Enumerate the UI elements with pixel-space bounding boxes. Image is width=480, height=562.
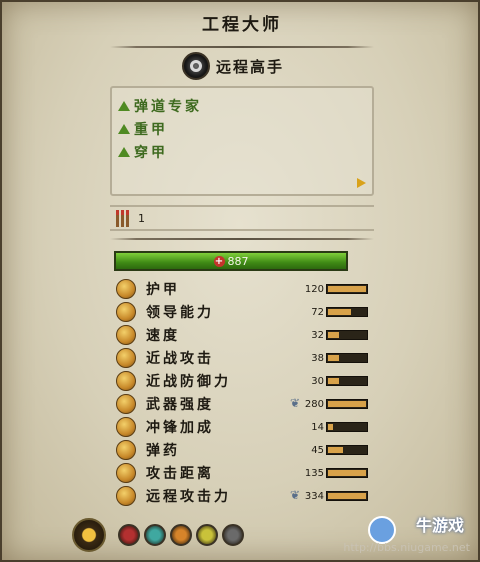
stat-label: 领导能力	[146, 305, 214, 321]
range-icon	[116, 463, 136, 483]
cluster-icon[interactable]	[222, 524, 244, 546]
stat-value: 135	[304, 467, 324, 479]
weapon-strength-icon	[116, 394, 136, 414]
watermark-url: http://bbs.niugame.net	[343, 541, 470, 554]
stat-bar	[326, 399, 368, 409]
stat-label: 武器强度	[146, 397, 214, 413]
stat-bar	[326, 330, 368, 340]
main-ability-icon[interactable]	[72, 518, 106, 552]
speed-icon	[116, 325, 136, 345]
health-value: 887	[227, 254, 249, 268]
stat-row[interactable]: 近战防御力 30	[110, 370, 374, 392]
watermark-logo: 牛游戏	[415, 516, 464, 535]
green-triangle-icon	[118, 101, 130, 111]
unit-type: 远程高手	[182, 52, 284, 80]
attribute-label: 穿甲	[134, 145, 168, 161]
stat-value: 334	[304, 490, 324, 502]
arrow-bundle-icon	[116, 209, 134, 227]
stat-row[interactable]: 护甲 120	[110, 278, 374, 300]
attribute-item[interactable]: 弹道专家	[118, 96, 202, 116]
stat-row[interactable]: 近战攻击 38	[110, 347, 374, 369]
stat-value: 14	[311, 421, 324, 433]
attribute-label: 重甲	[134, 122, 168, 138]
stat-row[interactable]: 攻击距离 135	[110, 462, 374, 484]
melee-defense-icon	[116, 371, 136, 391]
stat-row[interactable]: 领导能力 72	[110, 301, 374, 323]
attribute-item[interactable]: 重甲	[118, 119, 168, 139]
demon-face-icon[interactable]	[118, 524, 140, 546]
stat-value: 45	[311, 444, 324, 456]
stat-bar-fill	[328, 286, 366, 292]
stat-bar-fill	[328, 309, 351, 315]
eye-icon[interactable]	[196, 524, 218, 546]
stat-bar	[326, 422, 368, 432]
stat-row[interactable]: 弹药 45	[110, 439, 374, 461]
stat-label: 冲锋加成	[146, 420, 214, 436]
stat-bar	[326, 445, 368, 455]
stat-label: 速度	[146, 328, 180, 344]
stat-bar-fill	[328, 493, 366, 499]
green-triangle-icon	[118, 147, 130, 157]
stat-row[interactable]: 速度 32	[110, 324, 374, 346]
armor-icon	[116, 279, 136, 299]
stat-bar	[326, 353, 368, 363]
ammo-count: 1	[138, 211, 145, 225]
stat-label: 近战攻击	[146, 351, 214, 367]
unit-name: 工程大师	[202, 15, 282, 35]
more-arrow-icon[interactable]	[357, 178, 366, 188]
cyan-skull-icon[interactable]	[144, 524, 166, 546]
ammo-icon	[116, 440, 136, 460]
stat-row[interactable]: 远程攻击力 ❦ 334	[110, 485, 374, 507]
stat-value: 32	[311, 329, 324, 341]
stat-label: 弹药	[146, 443, 180, 459]
stat-row[interactable]: 武器强度 ❦ 280	[110, 393, 374, 415]
top-divider	[110, 46, 374, 48]
unit-info-panel: 工程大师 远程高手 弹道专家 重甲 穿甲 1 + 887 护甲 120 领导能力 72…	[0, 0, 480, 562]
stat-bar	[326, 491, 368, 501]
stat-bar-fill	[328, 355, 339, 361]
attributes-box: 弹道专家 重甲 穿甲	[110, 86, 374, 196]
ammo-row: 1	[110, 205, 374, 231]
stat-row[interactable]: 冲锋加成 14	[110, 416, 374, 438]
leadership-icon	[116, 302, 136, 322]
stat-bar-fill	[328, 470, 366, 476]
unit-type-label: 远程高手	[216, 57, 285, 76]
stat-label: 近战防御力	[146, 374, 231, 390]
melee-attack-icon	[116, 348, 136, 368]
hand-icon[interactable]	[170, 524, 192, 546]
ability-bar	[72, 518, 244, 552]
stat-bar	[326, 376, 368, 386]
stat-value: 38	[311, 352, 324, 364]
stat-value: 72	[311, 306, 324, 318]
stat-bar	[326, 307, 368, 317]
stat-value: 280	[304, 398, 324, 410]
attribute-item[interactable]: 穿甲	[118, 142, 168, 162]
stat-value: 30	[311, 375, 324, 387]
stat-label: 攻击距离	[146, 466, 214, 482]
ranged-attack-icon	[116, 486, 136, 506]
stat-value: 120	[304, 283, 324, 295]
stat-bar-fill	[328, 332, 339, 338]
stat-bar	[326, 284, 368, 294]
stat-bar-fill	[328, 447, 343, 453]
stat-bar-fill	[328, 378, 339, 384]
green-triangle-icon	[118, 124, 130, 134]
health-cross-icon: +	[213, 255, 225, 267]
stat-bar-fill	[328, 424, 333, 430]
stat-bar	[326, 468, 368, 478]
watermark-mascot-icon	[368, 516, 396, 544]
stat-label: 护甲	[146, 282, 180, 298]
middle-divider	[110, 238, 374, 240]
attribute-label: 弹道专家	[134, 99, 202, 115]
health-bar: + 887	[114, 251, 348, 271]
charge-bonus-icon	[116, 417, 136, 437]
ranged-ring-icon	[182, 52, 210, 80]
stat-label: 远程攻击力	[146, 489, 231, 505]
stat-bar-fill	[328, 401, 366, 407]
